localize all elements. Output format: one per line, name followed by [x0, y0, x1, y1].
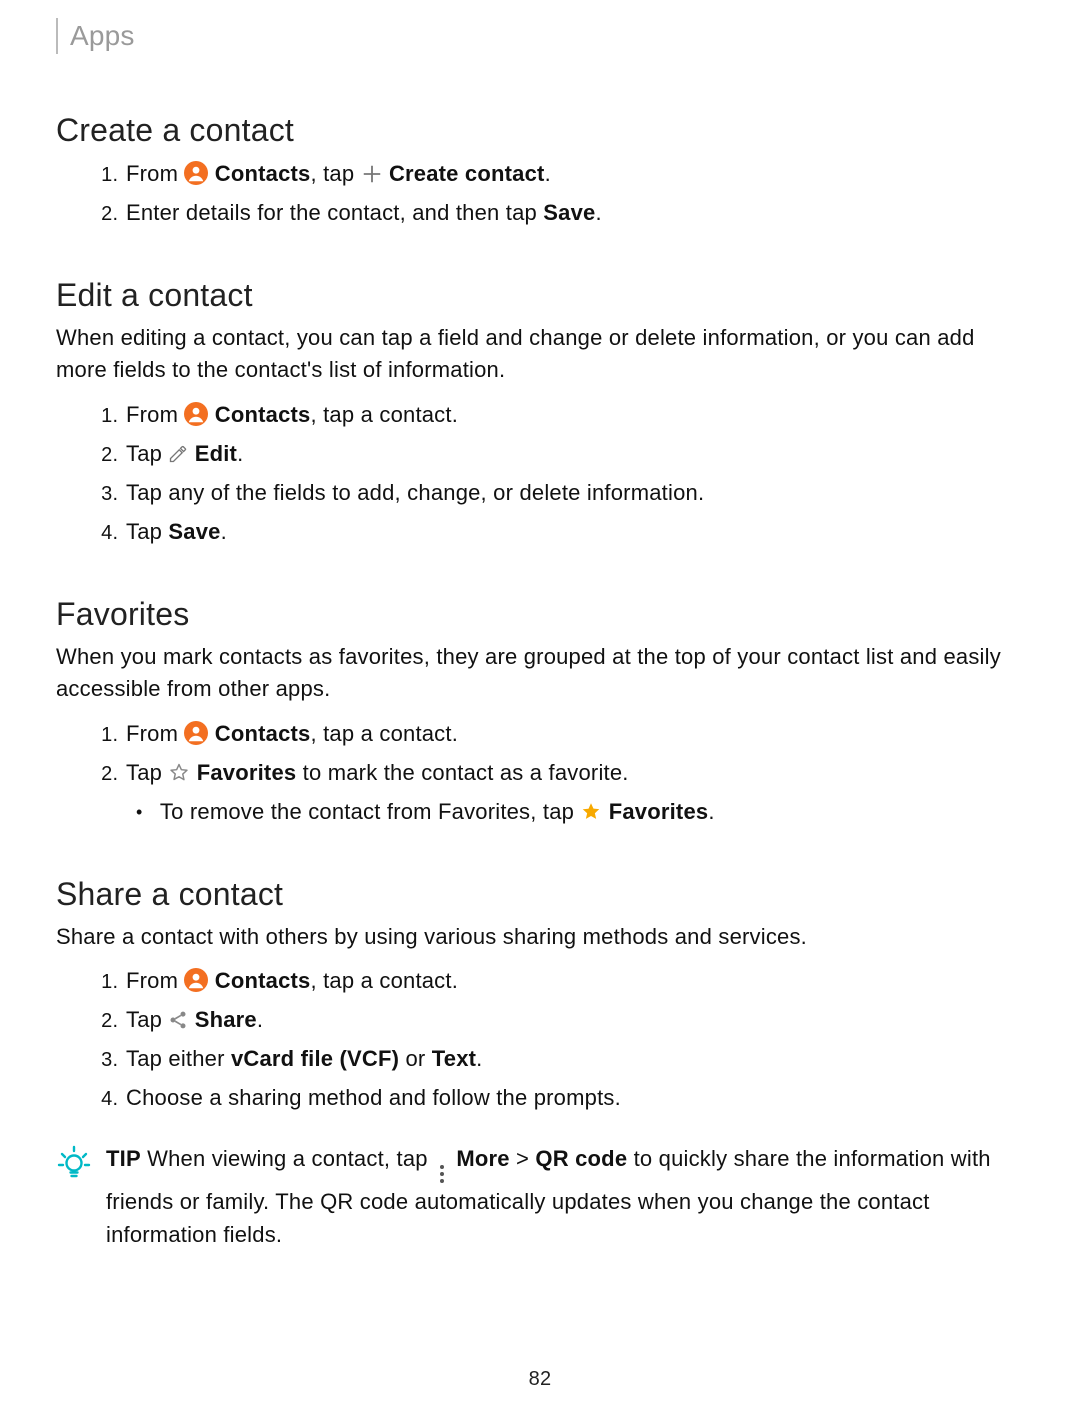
- contacts-icon: [184, 721, 208, 745]
- heading-create-contact: Create a contact: [56, 112, 1024, 149]
- list-item: Choose a sharing method and follow the p…: [124, 1081, 1024, 1114]
- label-contacts: Contacts: [215, 161, 311, 186]
- tip-text: TIP When viewing a contact, tap More > Q…: [106, 1142, 1024, 1251]
- label-text: Text: [432, 1046, 476, 1071]
- list-item: Tap Edit.: [124, 437, 1024, 470]
- contacts-icon: [184, 968, 208, 992]
- list-item: From Contacts, tap a contact.: [124, 964, 1024, 997]
- list-item: From Contacts, tap Create contact.: [124, 157, 1024, 190]
- steps-edit-contact: From Contacts, tap a contact. Tap Edit. …: [56, 398, 1024, 548]
- list-item: From Contacts, tap a contact.: [124, 398, 1024, 431]
- manual-page: Apps Create a contact From Contacts, tap…: [0, 18, 1080, 1415]
- share-lead: Share a contact with others by using var…: [56, 921, 1024, 953]
- label-contacts: Contacts: [215, 402, 311, 427]
- label-favorites: Favorites: [609, 799, 709, 824]
- lightbulb-icon: [56, 1144, 92, 1180]
- label-save: Save: [168, 519, 220, 544]
- list-item: Tap Share.: [124, 1003, 1024, 1036]
- page-number: 82: [0, 1368, 1080, 1391]
- steps-favorites: From Contacts, tap a contact. Tap Favori…: [56, 717, 1024, 828]
- label-contacts: Contacts: [215, 968, 311, 993]
- breadcrumb: Apps: [56, 18, 1024, 54]
- more-options-icon: [436, 1163, 448, 1185]
- contacts-icon: [184, 402, 208, 426]
- list-item: Tap Save.: [124, 515, 1024, 548]
- label-create-contact: Create contact: [389, 161, 545, 186]
- list-item: To remove the contact from Favorites, ta…: [154, 795, 1024, 828]
- share-icon: [168, 1006, 188, 1026]
- list-item: Enter details for the contact, and then …: [124, 196, 1024, 229]
- label-contacts: Contacts: [215, 721, 311, 746]
- label-edit: Edit: [195, 441, 237, 466]
- favorites-lead: When you mark contacts as favorites, the…: [56, 641, 1024, 705]
- label-vcf: vCard file (VCF): [231, 1046, 399, 1071]
- tip-callout: TIP When viewing a contact, tap More > Q…: [56, 1142, 1024, 1251]
- list-item: Tap any of the fields to add, change, or…: [124, 476, 1024, 509]
- label-share: Share: [195, 1007, 257, 1032]
- steps-create-contact: From Contacts, tap Create contact. Enter…: [56, 157, 1024, 229]
- list-item: Tap either vCard file (VCF) or Text.: [124, 1042, 1024, 1075]
- label-save: Save: [543, 200, 595, 225]
- list-item: From Contacts, tap a contact.: [124, 717, 1024, 750]
- plus-icon: [361, 161, 383, 183]
- pencil-icon: [168, 440, 188, 460]
- heading-share-contact: Share a contact: [56, 876, 1024, 913]
- label-tip: TIP: [106, 1146, 141, 1171]
- heading-edit-contact: Edit a contact: [56, 277, 1024, 314]
- sub-list: To remove the contact from Favorites, ta…: [126, 795, 1024, 828]
- label-favorites: Favorites: [197, 760, 297, 785]
- label-qr-code: QR code: [535, 1146, 627, 1171]
- heading-favorites: Favorites: [56, 596, 1024, 633]
- star-outline-icon: [168, 760, 190, 782]
- edit-lead: When editing a contact, you can tap a fi…: [56, 322, 1024, 386]
- label-more: More: [456, 1146, 509, 1171]
- list-item: Tap Favorites to mark the contact as a f…: [124, 756, 1024, 828]
- star-filled-icon: [580, 799, 602, 821]
- steps-share-contact: From Contacts, tap a contact. Tap Share.…: [56, 964, 1024, 1114]
- contacts-icon: [184, 161, 208, 185]
